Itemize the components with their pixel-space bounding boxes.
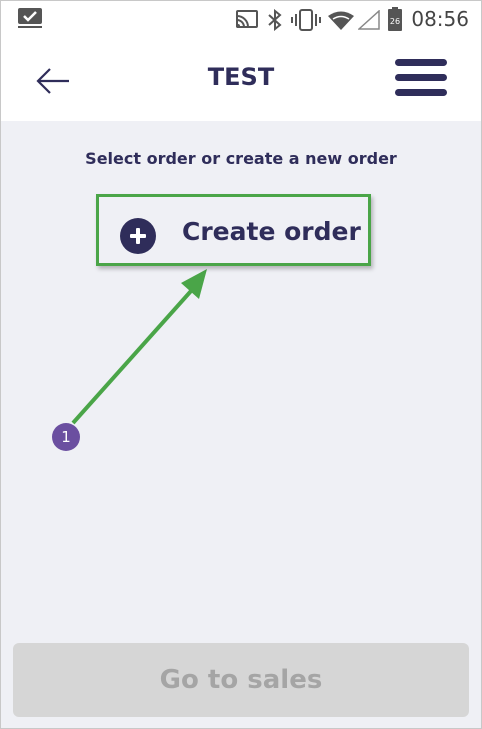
status-time: 08:56 [411,7,469,31]
battery-level: 26 [390,17,400,26]
create-order-label: Create order [182,217,361,246]
step-badge: 1 [52,423,80,451]
signal-icon [358,10,380,30]
notification-check-icon [18,8,42,28]
wifi-icon [328,11,354,30]
create-order-button[interactable]: Create order [96,194,371,266]
cast-icon [236,10,258,28]
main-content: Select order or create a new order Creat… [1,121,481,728]
go-to-sales-button[interactable]: Go to sales [13,643,469,717]
vibrate-icon [291,9,321,31]
app-header: TEST [1,39,481,121]
app-screen: 26 08:56 TEST Select order or create a n… [0,0,482,729]
bluetooth-icon [268,9,282,31]
hamburger-menu-icon [395,59,447,96]
status-bar: 26 08:56 [1,1,481,39]
plus-circle-icon [120,218,156,254]
menu-button[interactable] [395,59,447,101]
battery-icon: 26 [388,7,402,31]
